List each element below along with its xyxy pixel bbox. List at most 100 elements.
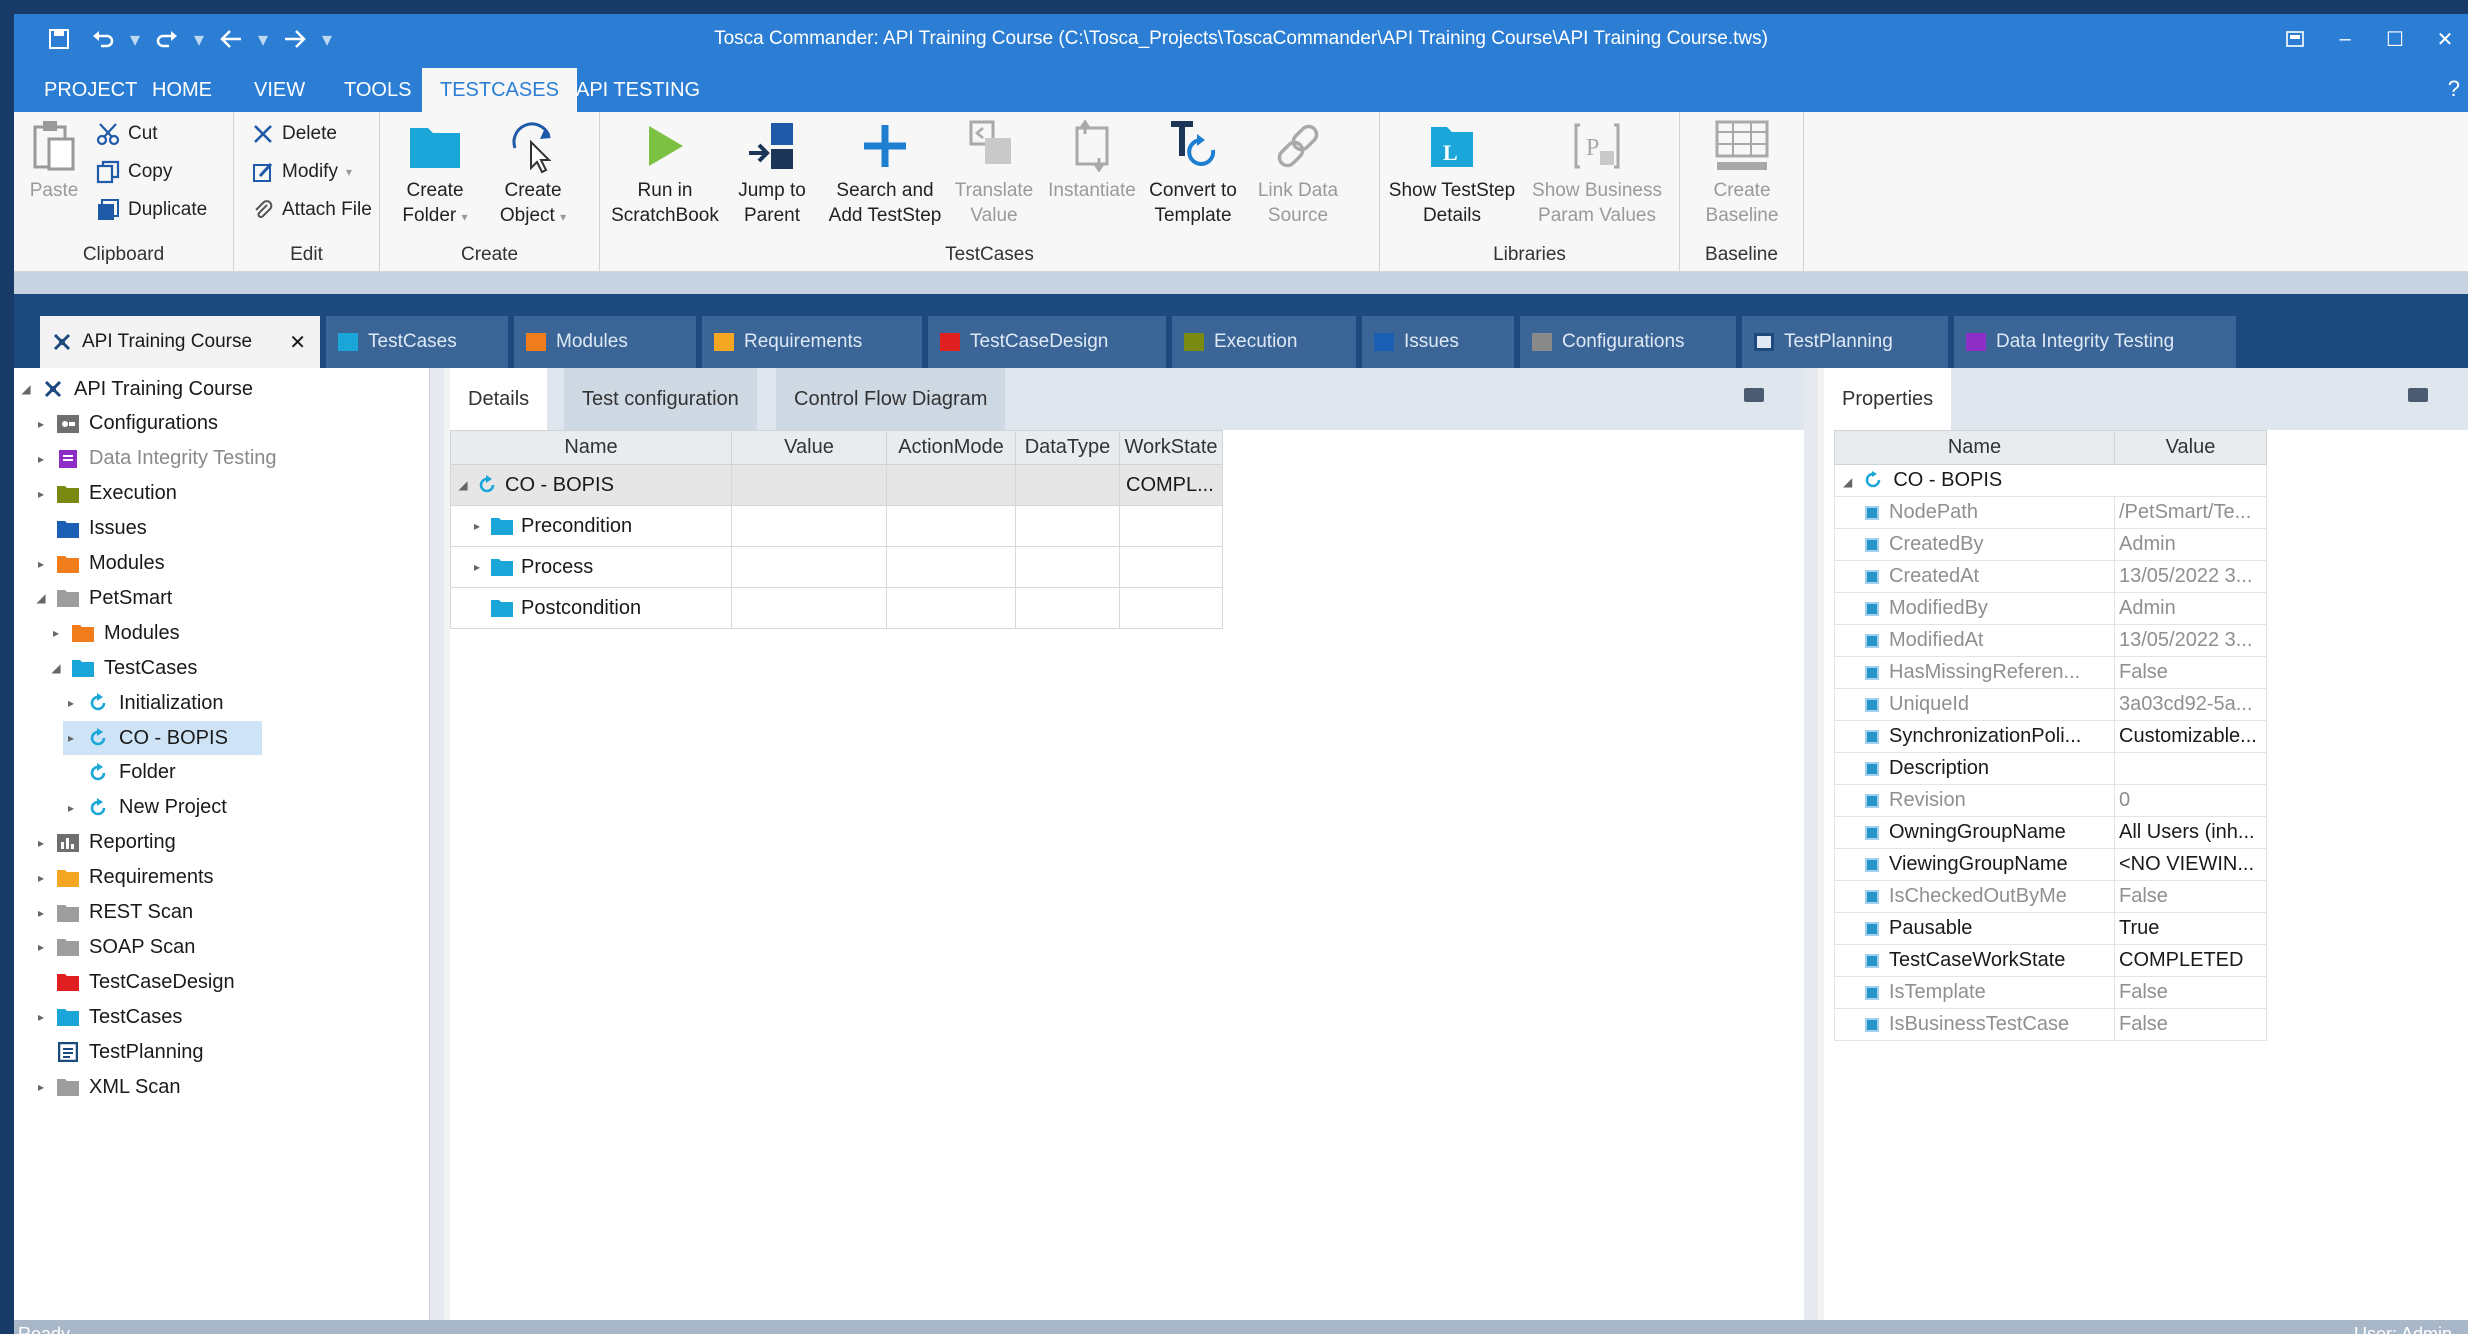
paste-button[interactable]: Paste [18,118,90,203]
tree-item[interactable]: ◢ API Training Course [18,372,253,406]
tree-item[interactable]: ▸ CO - BOPIS [63,721,262,755]
translate-value-button[interactable]: Translate Value [944,118,1044,228]
duplicate-button[interactable]: Duplicate [96,194,207,226]
property-row[interactable]: CreatedAt 13/05/2022 3... [1834,560,2267,593]
property-value-cell[interactable]: Admin [2114,592,2267,625]
property-row[interactable]: Revision 0 [1834,784,2267,817]
col-name[interactable]: Name [450,430,732,465]
doc-tab-requirements[interactable]: Requirements [702,316,922,368]
expander-open-icon[interactable]: ◢ [1843,475,1852,489]
tree-item[interactable]: ▸ New Project [63,791,227,825]
details-workstate-cell[interactable] [1119,546,1223,588]
property-value-cell[interactable]: <NO VIEWIN... [2114,848,2267,881]
expander-closed-icon[interactable]: ▸ [63,801,79,815]
tab-home[interactable]: HOME [134,68,230,112]
property-row[interactable]: UniqueId 3a03cd92-5a... [1834,688,2267,721]
tree-item[interactable]: ▸ Modules [33,547,165,581]
show-teststep-details-button[interactable]: L Show TestStep Details [1380,118,1524,228]
right-splitter[interactable] [1804,368,1818,1320]
tab-control-flow-diagram[interactable]: Control Flow Diagram [776,368,1006,430]
doc-tab-api-training-course[interactable]: API Training Course ✕ [40,316,320,368]
expander-closed-icon[interactable]: ▸ [33,906,49,920]
tree-item[interactable]: ◢ PetSmart [33,581,172,615]
details-actionmode-cell[interactable] [886,505,1016,547]
details-row[interactable]: ▸ Process [450,546,1223,588]
tab-tools[interactable]: TOOLS [326,68,429,112]
tree-item[interactable]: ▸ Reporting [33,826,176,860]
tree-item[interactable]: TestCaseDesign [33,965,235,999]
property-row[interactable]: SynchronizationPoli... Customizable... [1834,720,2267,753]
run-in-scratchbook-button[interactable]: Run in ScratchBook [600,118,730,228]
doc-tab-configurations[interactable]: Configurations [1520,316,1736,368]
tab-details[interactable]: Details [450,368,548,430]
details-row[interactable]: Postcondition [450,587,1223,629]
property-value-cell[interactable]: 13/05/2022 3... [2114,624,2267,657]
cut-button[interactable]: Cut [96,118,158,150]
expander-closed-icon[interactable]: ▸ [33,557,49,571]
col-prop-value[interactable]: Value [2114,430,2267,465]
doc-tab-testcasedesign[interactable]: TestCaseDesign [928,316,1166,368]
tree-item[interactable]: ▸ Configurations [33,407,218,441]
doc-tab-testcases[interactable]: TestCases [326,316,508,368]
property-value-cell[interactable]: Customizable... [2114,720,2267,753]
property-value-cell[interactable]: False [2114,656,2267,689]
property-value-cell[interactable]: True [2114,912,2267,945]
property-row[interactable]: IsBusinessTestCase False [1834,1008,2267,1041]
details-name-cell[interactable]: ▸ Precondition [450,505,732,547]
tab-testcases[interactable]: TESTCASES [422,68,577,112]
col-actionmode[interactable]: ActionMode [886,430,1016,465]
print-icon[interactable] [2408,388,2428,402]
create-baseline-button[interactable]: Create Baseline [1688,118,1796,228]
property-value-cell[interactable]: Admin [2114,528,2267,561]
expander-closed-icon[interactable]: ▸ [33,836,49,850]
expander-open-icon[interactable]: ◢ [18,382,34,396]
tree-item[interactable]: TestPlanning [33,1035,204,1069]
tree-item[interactable]: Folder [63,756,176,790]
details-value-cell[interactable] [731,464,887,506]
details-name-cell[interactable]: ▸ Process [450,546,732,588]
property-value-cell[interactable]: All Users (inh... [2114,816,2267,849]
user-link[interactable]: User: Admin [2354,1324,2452,1334]
expander-open-icon[interactable]: ◢ [48,661,64,675]
expander-closed-icon[interactable]: ▸ [33,417,49,431]
property-row[interactable]: ModifiedAt 13/05/2022 3... [1834,624,2267,657]
expander-closed-icon[interactable]: ▸ [33,487,49,501]
details-actionmode-cell[interactable] [886,464,1016,506]
property-value-cell[interactable]: False [2114,976,2267,1009]
details-name-cell[interactable]: ◢ CO - BOPIS [450,464,732,506]
modify-button[interactable]: Modify ▾ [252,156,352,188]
minimize-icon[interactable]: – [2322,22,2368,56]
col-value[interactable]: Value [731,430,887,465]
expander-closed-icon[interactable]: ▸ [48,626,64,640]
expander-closed-icon[interactable]: ▸ [33,452,49,466]
doc-tab-issues[interactable]: Issues [1362,316,1514,368]
doc-tab-testplanning[interactable]: TestPlanning [1742,316,1948,368]
details-datatype-cell[interactable] [1015,546,1120,588]
property-value-cell[interactable]: COMPLETED [2114,944,2267,977]
tree-item[interactable]: ▸ Execution [33,477,177,511]
expander-closed-icon[interactable]: ▸ [33,871,49,885]
property-value-cell[interactable]: 3a03cd92-5a... [2114,688,2267,721]
tab-api-testing[interactable]: API TESTING [558,68,718,112]
expander-open-icon[interactable]: ◢ [33,591,49,605]
property-row[interactable]: ViewingGroupName <NO VIEWIN... [1834,848,2267,881]
expander-closed-icon[interactable]: ▸ [33,1010,49,1024]
details-value-cell[interactable] [731,546,887,588]
tab-test-configuration[interactable]: Test configuration [564,368,757,430]
tree-item[interactable]: ▸ Requirements [33,861,214,895]
tree-item[interactable]: ◢ TestCases [48,651,197,685]
expander-open-icon[interactable]: ◢ [457,478,469,492]
tree-item[interactable]: ▸ REST Scan [33,896,193,930]
property-row[interactable]: TestCaseWorkState COMPLETED [1834,944,2267,977]
property-row[interactable]: HasMissingReferen... False [1834,656,2267,689]
details-value-cell[interactable] [731,587,887,629]
close-window-icon[interactable]: ✕ [2422,22,2468,56]
property-row[interactable]: Pausable True [1834,912,2267,945]
tab-view[interactable]: VIEW [236,68,323,112]
property-row[interactable]: OwningGroupName All Users (inh... [1834,816,2267,849]
details-datatype-cell[interactable] [1015,464,1120,506]
details-actionmode-cell[interactable] [886,587,1016,629]
tree-item[interactable]: Issues [33,512,147,546]
details-datatype-cell[interactable] [1015,587,1120,629]
details-row[interactable]: ◢ CO - BOPIS COMPL... [450,464,1223,506]
